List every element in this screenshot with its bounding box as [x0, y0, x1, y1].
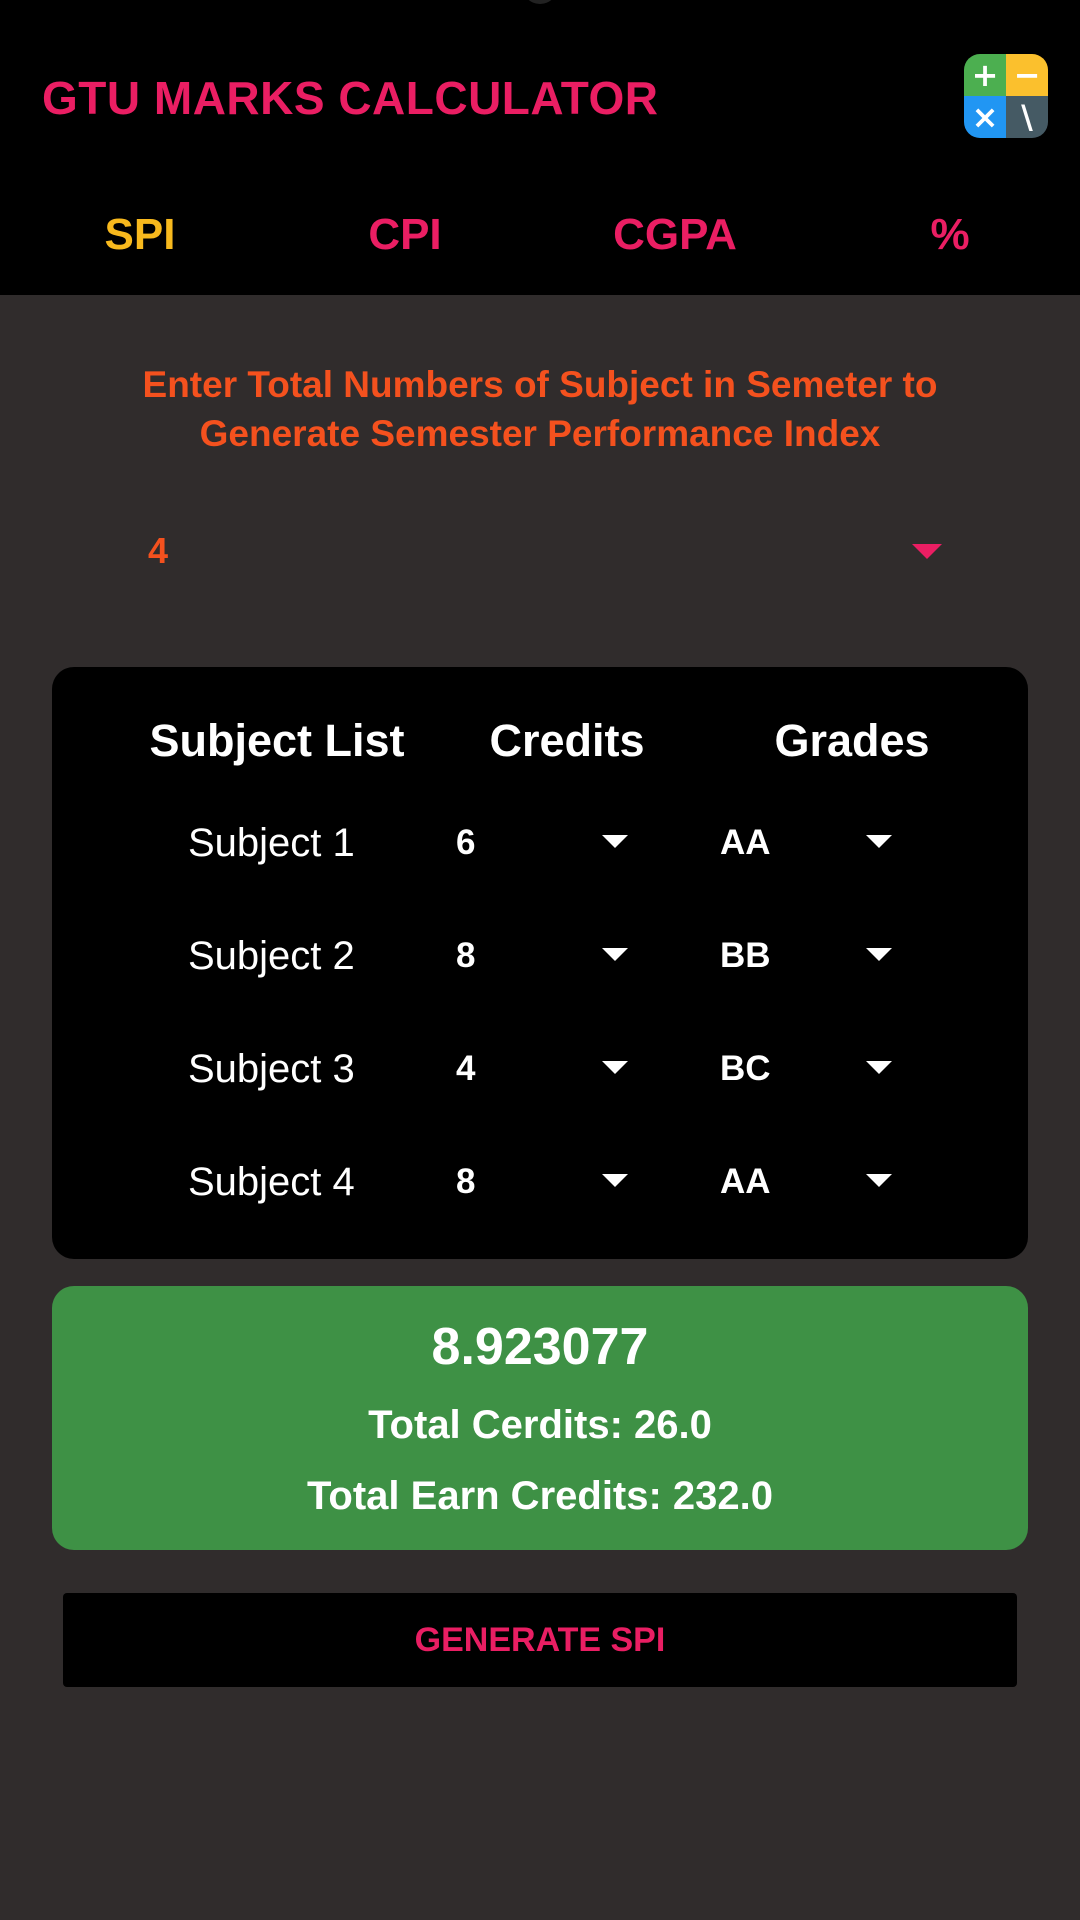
subject-count-dropdown[interactable]: 4	[130, 520, 950, 582]
total-earn-credits-text: Total Earn Credits: 232.0	[306, 1474, 774, 1518]
dropdown-arrow-icon	[866, 835, 892, 848]
dropdown-arrow-icon	[602, 1061, 628, 1074]
tab-cgpa[interactable]: CGPA	[585, 190, 765, 280]
header-subject-list: Subject List	[149, 715, 405, 766]
spi-result-value: 8.923077	[431, 1318, 649, 1376]
plus-icon: +	[964, 54, 1006, 96]
camera-notch	[522, 0, 558, 4]
credit-dropdown[interactable]: 4	[456, 1039, 636, 1099]
table-row: Subject 2 8 BB	[52, 916, 1028, 996]
dropdown-arrow-icon	[602, 835, 628, 848]
result-card: 8.923077 Total Cerdits: 26.0 Total Earn …	[52, 1286, 1028, 1550]
subject-name: Subject 2	[188, 934, 355, 978]
instruction-text: Enter Total Numbers of Subject in Semete…	[142, 364, 938, 454]
subject-name: Subject 4	[188, 1160, 355, 1204]
grade-dropdown[interactable]: AA	[720, 1152, 900, 1212]
grade-dropdown[interactable]: BC	[720, 1039, 900, 1099]
dropdown-arrow-icon	[866, 1174, 892, 1187]
table-row: Subject 1 6 AA	[52, 803, 1028, 883]
dropdown-arrow-icon	[866, 1061, 892, 1074]
header-credits: Credits	[489, 715, 645, 766]
subject-name: Subject 3	[188, 1047, 355, 1091]
credit-dropdown[interactable]: 6	[456, 813, 636, 873]
table-row: Subject 3 4 BC	[52, 1029, 1028, 1109]
header-grades: Grades	[774, 715, 930, 766]
divide-icon: \	[1006, 96, 1048, 138]
tab-spi[interactable]: SPI	[60, 190, 220, 280]
table-row: Subject 4 8 AA	[52, 1142, 1028, 1222]
calculator-icon: + − × \	[964, 54, 1048, 138]
app-title: GTU MARKS CALCULATOR	[42, 72, 659, 124]
app-header: GTU MARKS CALCULATOR + − × \ SPI CPI CGP…	[0, 0, 1080, 295]
credit-dropdown[interactable]: 8	[456, 1152, 636, 1212]
grade-value: BC	[720, 1049, 771, 1088]
multiply-icon: ×	[964, 96, 1006, 138]
dropdown-arrow-icon	[912, 544, 942, 559]
dropdown-arrow-icon	[602, 1174, 628, 1187]
dropdown-arrow-icon	[866, 948, 892, 961]
generate-spi-button[interactable]: GENERATE SPI	[63, 1593, 1017, 1687]
grade-value: AA	[720, 823, 771, 862]
credit-value: 4	[456, 1049, 476, 1088]
subject-count-value: 4	[148, 530, 169, 571]
credit-value: 8	[456, 936, 476, 975]
grade-dropdown[interactable]: AA	[720, 813, 900, 873]
subject-table: Subject List Credits Grades Subject 1 6 …	[52, 667, 1028, 1259]
grade-value: BB	[720, 936, 771, 975]
grade-value: AA	[720, 1162, 771, 1201]
minus-icon: −	[1006, 54, 1048, 96]
credit-value: 8	[456, 1162, 476, 1201]
credit-value: 6	[456, 823, 476, 862]
grade-dropdown[interactable]: BB	[720, 926, 900, 986]
subject-name: Subject 1	[188, 821, 355, 865]
tab-percentage[interactable]: %	[900, 190, 1000, 280]
total-credits-text: Total Cerdits: 26.0	[368, 1403, 712, 1447]
tab-cpi[interactable]: CPI	[325, 190, 485, 280]
dropdown-arrow-icon	[602, 948, 628, 961]
tab-bar: SPI CPI CGPA %	[0, 190, 1080, 280]
credit-dropdown[interactable]: 8	[456, 926, 636, 986]
